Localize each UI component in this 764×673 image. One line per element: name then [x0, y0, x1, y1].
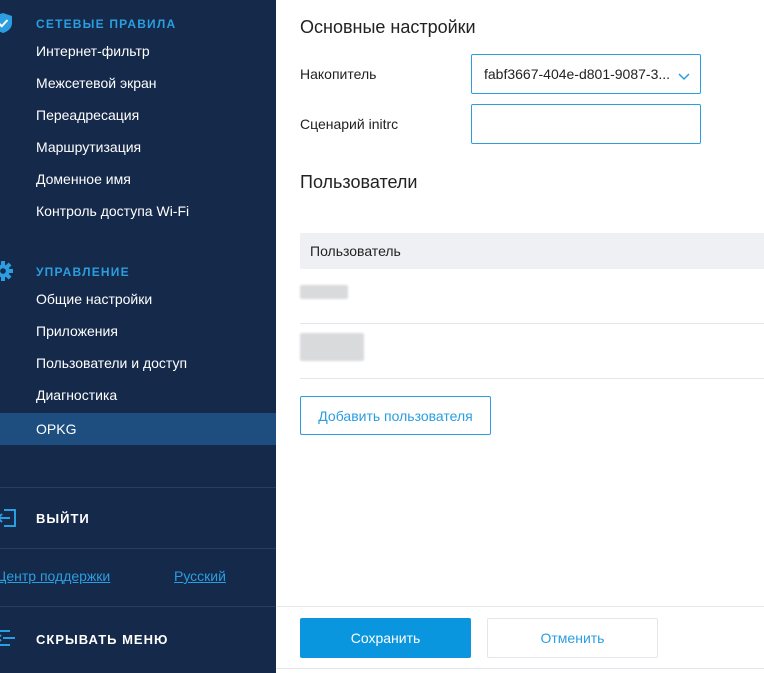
footer-divider [276, 606, 764, 607]
sidebar-divider [0, 487, 276, 488]
storage-select[interactable]: fabf3667-404e-d801-9087-3... [471, 54, 701, 94]
users-table: Пользователь [300, 233, 764, 379]
storage-select-value: fabf3667-404e-d801-9087-3... [484, 66, 671, 82]
cancel-button-label: Отменить [540, 630, 605, 646]
section-title: УПРАВЛЕНИЕ [36, 265, 130, 279]
sidebar-item-label: Пользователи и доступ [36, 355, 188, 371]
storage-label: Накопитель [300, 66, 377, 82]
sidebar-item-label: Межсетевой экран [36, 75, 157, 91]
sidebar-item-firewall[interactable]: Межсетевой экран [0, 67, 276, 99]
save-button-label: Сохранить [350, 630, 421, 646]
redacted-username [300, 333, 364, 361]
sidebar-item-label: Доменное имя [36, 171, 131, 187]
sidebar-item-label: Приложения [36, 323, 118, 339]
sidebar-item-routing[interactable]: Маршрутизация [0, 131, 276, 163]
sidebar-item-label: Переадресация [36, 107, 140, 123]
table-row[interactable] [300, 324, 764, 379]
logout-icon [0, 507, 18, 529]
sidebar-item-opkg[interactable]: OPKG [0, 413, 276, 445]
main-content: Основные настройки Накопитель fabf3667-4… [276, 0, 764, 673]
redacted-username [300, 285, 348, 299]
sidebar-item-applications[interactable]: Приложения [0, 315, 276, 347]
support-center-link[interactable]: Центр поддержки [0, 568, 110, 584]
add-user-button-label: Добавить пользователя [318, 408, 473, 424]
table-row[interactable] [300, 269, 764, 324]
cancel-button[interactable]: Отменить [487, 618, 658, 658]
section-title: СЕТЕВЫЕ ПРАВИЛА [36, 17, 177, 31]
users-title: Пользователи [300, 172, 418, 192]
logout-button[interactable]: ВЫЙТИ [0, 500, 276, 536]
sidebar-item-wifi-access-control[interactable]: Контроль доступа Wi-Fi [0, 195, 276, 227]
hide-menu-button[interactable]: СКРЫВАТЬ МЕНЮ [0, 622, 276, 654]
sidebar-divider [0, 606, 276, 607]
sidebar-item-general-settings[interactable]: Общие настройки [0, 283, 276, 315]
add-user-button[interactable]: Добавить пользователя [300, 396, 491, 435]
sidebar-item-label: Маршрутизация [36, 139, 142, 155]
logout-label: ВЫЙТИ [36, 511, 90, 526]
sidebar-item-port-forwarding[interactable]: Переадресация [0, 99, 276, 131]
sidebar-item-label: OPKG [36, 421, 77, 437]
sidebar-item-domain-name[interactable]: Доменное имя [0, 163, 276, 195]
sidebar-item-users-and-access[interactable]: Пользователи и доступ [0, 347, 276, 379]
language-link[interactable]: Русский [174, 568, 226, 584]
shield-check-icon [0, 12, 14, 34]
user-column-header: Пользователь [310, 243, 401, 259]
initrc-input[interactable] [471, 104, 701, 144]
sidebar-item-internet-filter[interactable]: Интернет-фильтр [0, 35, 276, 67]
sidebar-item-label: Интернет-фильтр [36, 43, 150, 59]
basic-settings-title: Основные настройки [300, 17, 476, 37]
sidebar-divider [0, 548, 276, 549]
sidebar-item-label: Диагностика [36, 387, 118, 403]
gear-icon [0, 260, 14, 282]
collapse-menu-icon [0, 628, 18, 648]
sidebar-item-label: Общие настройки [36, 291, 153, 307]
sidebar-item-label: Контроль доступа Wi-Fi [36, 203, 190, 219]
sidebar: СЕТЕВЫЕ ПРАВИЛА Интернет-фильтр Межсетев… [0, 0, 276, 673]
initrc-label: Сценарий initrc [300, 116, 399, 132]
sidebar-item-diagnostics[interactable]: Диагностика [0, 379, 276, 411]
footer-divider [276, 668, 764, 669]
chevron-down-icon [678, 69, 690, 81]
table-header: Пользователь [300, 233, 764, 269]
save-button[interactable]: Сохранить [300, 618, 471, 658]
hide-menu-label: СКРЫВАТЬ МЕНЮ [36, 632, 169, 647]
